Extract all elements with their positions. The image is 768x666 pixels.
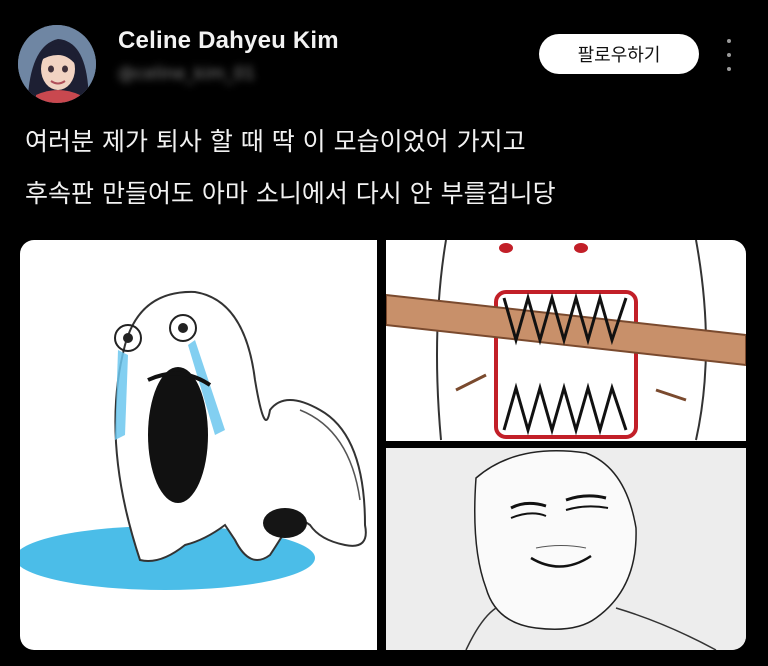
media-grid <box>20 240 746 650</box>
tweet-text: 여러분 제가 퇴사 할 때 딱 이 모습이었어 가지고 후속판 만들어도 아마 … <box>25 116 745 220</box>
avatar[interactable] <box>18 25 96 103</box>
media-image-smug-sketch[interactable] <box>386 448 746 650</box>
follow-button[interactable]: 팔로우하기 <box>539 34 699 74</box>
crying-meme-drawing <box>20 290 367 590</box>
more-dot <box>727 39 731 43</box>
media-image-crying-meme[interactable] <box>20 240 377 650</box>
teeth-meme-drawing <box>386 240 746 441</box>
more-dot <box>727 53 731 57</box>
user-handle[interactable]: @celine_kim_01 <box>118 64 328 86</box>
display-name[interactable]: Celine Dahyeu Kim <box>118 27 339 55</box>
tweet-line: 여러분 제가 퇴사 할 때 딱 이 모습이었어 가지고 <box>25 127 526 156</box>
avatar-illustration <box>18 25 96 103</box>
tweet-line: 후속판 만들어도 아마 소니에서 다시 안 부를겁니당 <box>25 179 556 208</box>
smug-sketch-drawing <box>386 448 746 650</box>
more-vertical-icon[interactable] <box>722 39 736 71</box>
media-image-teeth-meme[interactable] <box>386 240 746 441</box>
more-dot <box>727 67 731 71</box>
